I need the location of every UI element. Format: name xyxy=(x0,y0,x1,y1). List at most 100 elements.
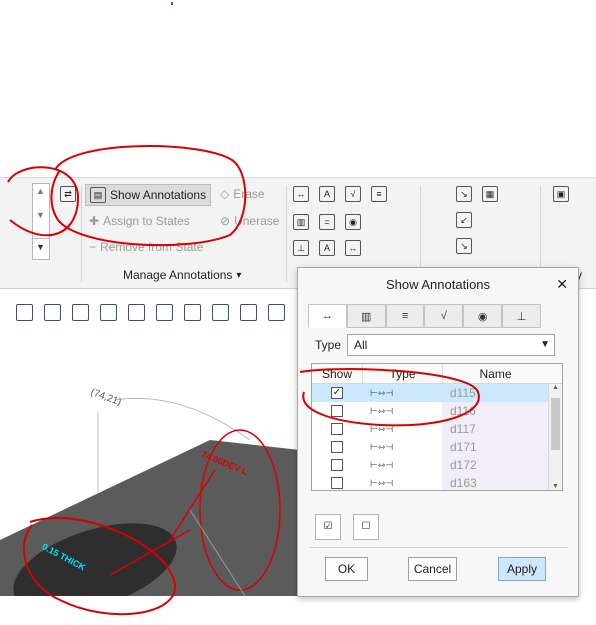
apply-button[interactable]: Apply xyxy=(498,557,546,581)
reference-dimension-icon[interactable]: ▥ xyxy=(293,214,309,230)
show-cell xyxy=(312,423,362,435)
show-checkbox[interactable] xyxy=(331,459,343,471)
table-row[interactable]: ✓ ⊢⇿⊣ d115 xyxy=(312,384,562,402)
axis-display-icon[interactable] xyxy=(240,304,257,321)
plane-display-icon[interactable] xyxy=(212,304,229,321)
gtol-icon[interactable]: = xyxy=(319,214,335,230)
dimension-icon[interactable]: ↔ xyxy=(293,186,309,202)
type-select-value: All xyxy=(354,338,368,352)
table-row[interactable]: ⊢⇿⊣ d117 xyxy=(312,420,562,438)
column-type[interactable]: Type xyxy=(362,364,442,383)
edit-tool[interactable]: ▣ xyxy=(553,186,569,202)
type-filter-row: Type All ▼ xyxy=(315,334,555,356)
dimension-tools-row-2: ▥ = ◉ xyxy=(293,214,361,230)
dialog-title: Show Annotations xyxy=(385,277,491,292)
note-icon: ≡ xyxy=(401,310,409,322)
dimension-type-icon: ⊢⇿⊣ xyxy=(370,477,394,488)
type-select[interactable]: All ▼ xyxy=(347,334,555,356)
dimension-type-icon: ⊢⇿⊣ xyxy=(370,405,394,416)
table-row[interactable]: ⊢⇿⊣ d163 xyxy=(312,474,562,490)
assign-icon: ✚ xyxy=(89,214,100,228)
datum-target-icon: ⊥ xyxy=(516,310,527,323)
show-checkbox[interactable] xyxy=(331,441,343,453)
column-name[interactable]: Name xyxy=(442,364,548,383)
table-row[interactable]: ⊢⇿⊣ d171 xyxy=(312,438,562,456)
column-show[interactable]: Show xyxy=(312,364,362,383)
chevron-up-icon[interactable]: ▲ xyxy=(552,384,559,391)
chevron-up-icon[interactable]: ▲ xyxy=(36,186,45,196)
point-display-icon[interactable] xyxy=(268,304,285,321)
tab-gtol[interactable]: ▥ xyxy=(346,304,386,328)
close-icon[interactable]: ✕ xyxy=(556,276,568,293)
camera-icon[interactable] xyxy=(100,304,117,321)
show-annotations-icon: ▤ xyxy=(90,187,106,203)
chevron-down-icon[interactable]: ▼ xyxy=(552,483,559,490)
tab-datum-targets[interactable]: ⊥ xyxy=(502,304,541,328)
show-cell xyxy=(312,459,362,471)
show-cell: ✓ xyxy=(312,387,362,399)
baseline-icon[interactable]: ↔ xyxy=(345,240,361,256)
cube-view-icon[interactable] xyxy=(44,304,61,321)
manage-annotations-group[interactable]: Manage Annotations ▾ xyxy=(123,268,241,282)
show-checkbox[interactable] xyxy=(331,423,343,435)
ribbon-icon-button[interactable]: ⇄ xyxy=(60,186,76,202)
spin-center-icon[interactable] xyxy=(128,304,145,321)
dimension-type-icon: ⊢⇿⊣ xyxy=(370,459,394,470)
ok-button[interactable]: OK xyxy=(325,557,368,581)
scrollbar-thumb[interactable] xyxy=(551,398,560,450)
unerase-button[interactable]: ⊘ Unerase xyxy=(220,214,279,228)
show-checkbox[interactable] xyxy=(331,405,343,417)
cancel-button[interactable]: Cancel xyxy=(408,557,457,581)
move-annotation-icon[interactable]: ↘ xyxy=(456,186,472,202)
eraser-icon: ◇ xyxy=(220,187,230,201)
table-row[interactable]: ⊢⇿⊣ d172 xyxy=(312,456,562,474)
assign-to-states-label: Assign to States xyxy=(103,214,190,228)
format-tools-row-2: ↙ xyxy=(456,212,472,228)
dimension-tools-row-3: ⊥ A ↔ xyxy=(293,240,361,256)
annotation-name: d115 xyxy=(442,384,548,402)
clean-up-icon[interactable]: ↙ xyxy=(456,212,472,228)
tab-surface-finish[interactable]: √ xyxy=(424,304,464,328)
surface-finish-icon: √ xyxy=(440,310,447,322)
table-row[interactable]: ⊢⇿⊣ d116 xyxy=(312,402,562,420)
group-label: Manage Annotations xyxy=(123,268,233,282)
annotation-name: d172 xyxy=(442,456,548,474)
refit-icon[interactable] xyxy=(16,304,33,321)
remove-icon: − xyxy=(89,240,97,254)
erase-label: Erase xyxy=(233,187,265,201)
datum-display-icon[interactable] xyxy=(184,304,201,321)
expand-icon[interactable]: ▼ xyxy=(36,242,45,252)
tab-datums[interactable]: ◉ xyxy=(463,304,503,328)
saved-views-icon[interactable] xyxy=(72,304,89,321)
surface-finish-icon[interactable]: √ xyxy=(345,186,361,202)
graphics-toolbar xyxy=(10,296,300,328)
annotations-table: Show Type Name ✓ ⊢⇿⊣ d115 ⊢⇿⊣ d116 ⊢⇿⊣ d117 ⊢⇿⊣… xyxy=(311,363,563,491)
chevron-down-icon[interactable]: ▼ xyxy=(36,210,45,220)
datum-target-icon[interactable]: ◉ xyxy=(345,214,361,230)
annotation-name: d163 xyxy=(442,474,548,490)
datum-feature-icon[interactable]: A xyxy=(319,186,335,202)
show-checkbox[interactable] xyxy=(331,477,343,489)
remove-from-state-button[interactable]: − Remove from State xyxy=(89,240,203,254)
show-annotations-button[interactable]: ▤ Show Annotations xyxy=(85,184,212,206)
datum-feature-icon: ◉ xyxy=(477,310,488,323)
erase-button[interactable]: ◇ Erase xyxy=(220,187,265,201)
ribbon-scroll-box[interactable]: ▲ ▼ ▼ xyxy=(32,183,50,260)
show-cell xyxy=(312,441,362,453)
align-icon[interactable]: ↘ xyxy=(456,238,472,254)
tab-dimensions[interactable]: ↔ xyxy=(308,304,347,328)
table-scrollbar[interactable]: ▲ ▼ xyxy=(548,384,562,490)
annotation-link-icon: ⇄ xyxy=(60,186,76,202)
tab-notes[interactable]: ≡ xyxy=(385,304,425,328)
symbol-icon[interactable]: ⊥ xyxy=(293,240,309,256)
assign-to-states-button[interactable]: ✚ Assign to States xyxy=(89,214,190,228)
clear-all-button[interactable]: ☐ xyxy=(353,514,379,540)
ordinate-icon[interactable]: ≡ xyxy=(371,186,387,202)
show-annotations-label: Show Annotations xyxy=(110,188,207,202)
table-icon[interactable]: ▦ xyxy=(482,186,498,202)
select-all-button[interactable]: ☑ xyxy=(315,514,341,540)
show-checkbox[interactable]: ✓ xyxy=(331,387,343,399)
annotation-name: d171 xyxy=(442,438,548,456)
note-icon[interactable]: A xyxy=(319,240,335,256)
view-manager-icon[interactable] xyxy=(156,304,173,321)
